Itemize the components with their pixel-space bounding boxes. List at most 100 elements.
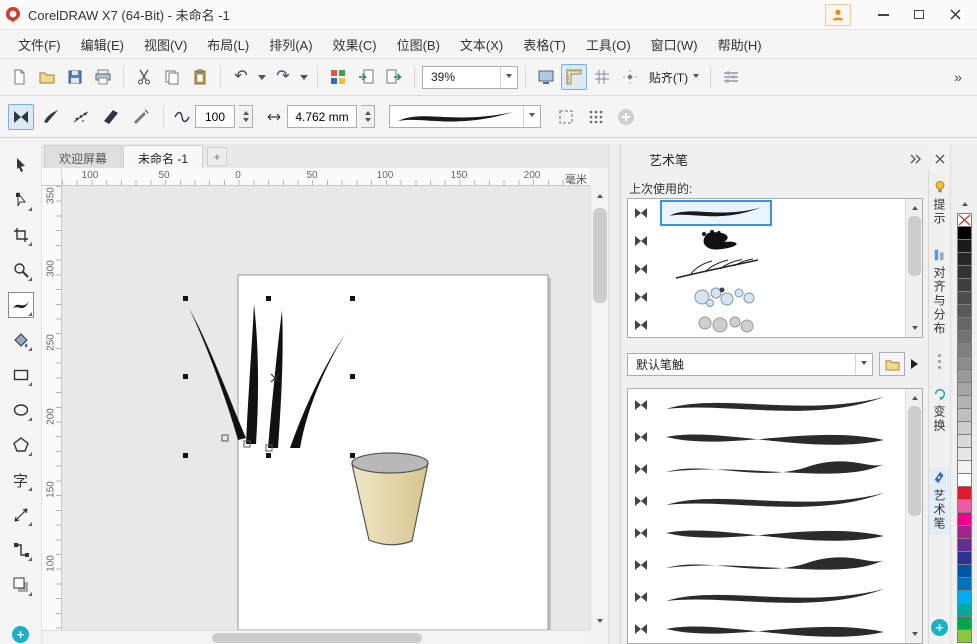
color-swatch[interactable] (957, 330, 972, 344)
stroke-list-item[interactable] (628, 227, 922, 255)
scroll-thumb[interactable] (908, 216, 921, 276)
docker-splitter[interactable] (608, 144, 620, 644)
open-button[interactable] (34, 64, 60, 90)
tab-untitled-document[interactable]: 未命名 -1 (123, 145, 203, 168)
export-button[interactable] (381, 64, 407, 90)
zoom-level-combo[interactable]: 39% (422, 66, 518, 89)
vertical-scrollbar[interactable] (590, 186, 608, 630)
smoothing-slider-button[interactable] (239, 105, 253, 128)
close-button[interactable] (937, 3, 973, 27)
stroke-list-item[interactable] (628, 549, 922, 581)
last-used-scrollbar[interactable] (905, 199, 922, 337)
stroke-list-item[interactable] (628, 453, 922, 485)
user-account-button[interactable] (825, 4, 851, 26)
scroll-up-button[interactable] (906, 199, 923, 214)
menu-item[interactable]: 帮助(H) (708, 30, 772, 59)
parallel-dimension-tool[interactable] (8, 502, 34, 528)
paste-button[interactable] (187, 64, 213, 90)
color-swatch[interactable] (957, 356, 972, 370)
color-swatch[interactable] (957, 252, 972, 266)
minimize-button[interactable] (865, 3, 901, 27)
copy-button[interactable] (159, 64, 185, 90)
color-swatch[interactable] (957, 486, 972, 500)
color-swatch[interactable] (957, 226, 972, 240)
undo-button[interactable]: ↶ (228, 64, 254, 90)
scroll-down-button[interactable] (906, 628, 923, 643)
menu-item[interactable]: 窗口(W) (641, 30, 708, 59)
color-swatch[interactable] (957, 538, 972, 552)
fullscreen-preview-button[interactable] (533, 64, 559, 90)
color-swatch[interactable] (957, 551, 972, 565)
color-swatch[interactable] (957, 265, 972, 279)
color-swatch[interactable] (957, 616, 972, 630)
horizontal-scroll-thumb[interactable] (212, 633, 422, 643)
color-swatch[interactable] (957, 343, 972, 357)
color-swatch[interactable] (957, 629, 972, 643)
connector-tool[interactable] (8, 537, 34, 563)
color-swatch[interactable] (957, 590, 972, 604)
vertical-scroll-thumb[interactable] (593, 208, 607, 303)
text-tool[interactable]: 字 (8, 467, 34, 493)
color-swatch[interactable] (957, 382, 972, 396)
color-swatch[interactable] (957, 460, 972, 474)
color-swatch[interactable] (957, 304, 972, 318)
preset-mode-button[interactable] (8, 104, 34, 130)
redo-dropdown[interactable] (298, 64, 310, 90)
stroke-list-item[interactable] (628, 389, 922, 421)
toolbar-overflow-button[interactable]: » (945, 64, 971, 90)
color-swatch[interactable] (957, 369, 972, 383)
color-swatch[interactable] (957, 291, 972, 305)
redo-button[interactable]: ↷ (270, 64, 296, 90)
shape-tool[interactable] (8, 187, 34, 213)
pressure-mode-button[interactable] (128, 104, 154, 130)
maximize-button[interactable] (901, 3, 937, 27)
docker-close-button[interactable] (930, 150, 950, 168)
palette-scroll-up-button[interactable] (957, 196, 972, 209)
color-swatch[interactable] (957, 317, 972, 331)
color-swatch[interactable] (957, 239, 972, 253)
stroke-width-spinner[interactable] (361, 105, 375, 128)
stroke-list-item[interactable] (628, 283, 922, 311)
stroke-list-item[interactable] (628, 581, 922, 613)
color-swatch[interactable] (957, 421, 972, 435)
dynamic-guides-button[interactable] (617, 64, 643, 90)
brush-mode-button[interactable] (38, 104, 64, 130)
new-document-button[interactable] (6, 64, 32, 90)
drop-shadow-tool[interactable] (8, 572, 34, 598)
artistic-media-tool[interactable] (8, 292, 34, 318)
browse-folder-button[interactable] (879, 352, 905, 376)
undo-dropdown[interactable] (256, 64, 268, 90)
calligraphic-mode-button[interactable] (98, 104, 124, 130)
scroll-up-button[interactable] (591, 186, 609, 202)
show-rulers-button[interactable] (561, 64, 587, 90)
vertical-ruler[interactable]: 350300250200150100 (42, 186, 62, 630)
color-swatch[interactable] (957, 434, 972, 448)
horizontal-scrollbar[interactable] (42, 630, 590, 644)
scroll-thumb[interactable] (908, 406, 921, 516)
docker-collapse-button[interactable] (906, 150, 926, 168)
docker-tab-transform[interactable]: 变换 (929, 383, 951, 437)
menu-item[interactable]: 视图(V) (134, 30, 197, 59)
stroke-list-item[interactable] (628, 517, 922, 549)
tab-welcome-screen[interactable]: 欢迎屏幕 (44, 145, 122, 168)
color-swatch[interactable] (957, 408, 972, 422)
color-swatch[interactable] (957, 512, 972, 526)
options-button[interactable] (718, 64, 744, 90)
crop-tool[interactable] (8, 222, 34, 248)
stroke-list-item[interactable] (628, 255, 922, 283)
rectangle-tool[interactable] (8, 362, 34, 388)
default-strokes-scrollbar[interactable] (905, 389, 922, 643)
color-swatch[interactable] (957, 447, 972, 461)
menu-item[interactable]: 排列(A) (259, 30, 322, 59)
drawing-canvas[interactable] (62, 186, 590, 630)
menu-item[interactable]: 布局(L) (197, 30, 259, 59)
menu-item[interactable]: 编辑(E) (71, 30, 134, 59)
smart-fill-tool[interactable] (8, 327, 34, 353)
color-swatch[interactable] (957, 278, 972, 292)
snap-to-button[interactable]: 贴齐(T) (645, 64, 703, 90)
ellipse-tool[interactable] (8, 397, 34, 423)
stroke-list-item[interactable] (628, 485, 922, 517)
menu-item[interactable]: 位图(B) (387, 30, 450, 59)
pick-tool[interactable] (8, 152, 34, 178)
docker-tab-align-distribute[interactable]: 对齐与分布 (929, 244, 951, 340)
